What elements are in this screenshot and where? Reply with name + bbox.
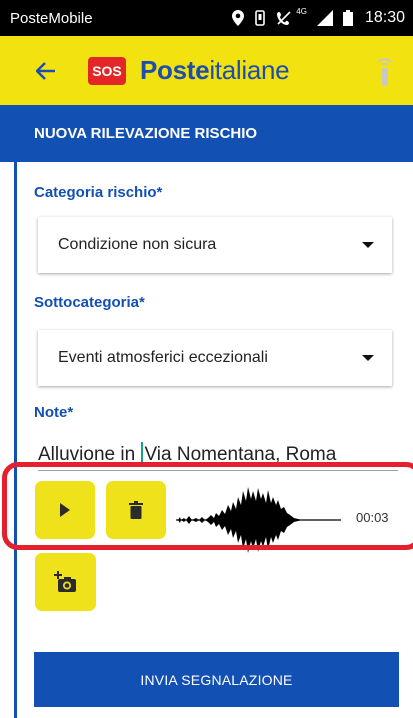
battery-icon [342,10,353,26]
call-muted-icon [276,10,292,26]
network-type: 4G [296,6,307,16]
chevron-down-icon [362,355,374,361]
chevron-down-icon [362,242,374,248]
add-photo-button[interactable] [35,553,96,611]
page-title: NUOVA RILEVAZIONE RISCHIO [0,105,413,162]
left-rail [14,162,17,718]
sos-logo: SOS [88,56,126,85]
brand-bold-text: Poste [140,55,210,85]
signal-icon [316,10,333,26]
highlight-frame [2,462,413,550]
beacon-icon[interactable] [375,56,395,88]
back-arrow-icon[interactable] [34,59,58,83]
add-photo-icon [53,571,76,592]
status-icons: 4G 18:30 [232,6,405,27]
category-value: Condizione non sicura [58,236,217,253]
category-select[interactable]: Condizione non sicura [38,217,392,273]
brand-light-text: italiane [209,55,290,85]
subcategory-select[interactable]: Eventi atmosferici eccezionali [38,330,392,386]
vibrate-icon [254,10,266,26]
status-bar: PosteMobile 4G 18:30 [0,0,413,36]
send-report-button[interactable]: INVIA SEGNALAZIONE [34,652,399,707]
note-label: Note* [34,404,74,421]
clock: 18:30 [364,9,405,26]
subcategory-value: Eventi atmosferici eccezionali [58,349,268,366]
location-icon [232,10,245,26]
subcategory-label: Sottocategoria* [34,294,145,311]
category-label: Categoria rischio* [34,184,163,201]
carrier-name: PosteMobile [10,9,93,27]
app-bar: SOS Posteitaliane [0,36,413,105]
poste-italiane-logo: Posteitaliane [140,55,290,86]
